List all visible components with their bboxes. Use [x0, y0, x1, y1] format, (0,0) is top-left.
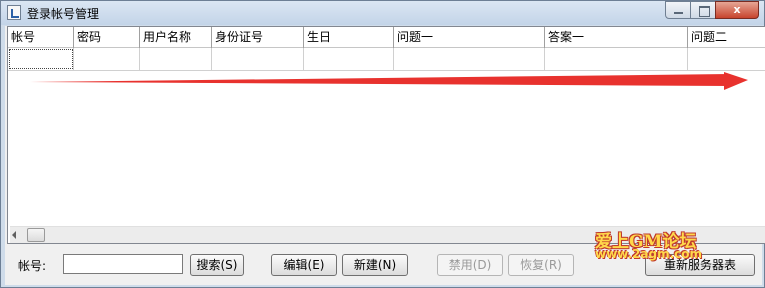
column-header-question1[interactable]: 问题一 [394, 27, 545, 48]
account-grid[interactable]: 帐号 密码 用户名称 身份证号 生日 问题一 答案一 问题二 [7, 26, 765, 244]
new-button[interactable]: 新建(N) [342, 254, 408, 276]
minimize-button[interactable] [665, 1, 691, 19]
close-icon: x [733, 3, 741, 16]
account-label: 帐号: [18, 259, 47, 273]
disable-button[interactable]: 禁用(D) [437, 254, 503, 276]
red-arrow-annotation [30, 72, 748, 90]
table-row[interactable] [8, 48, 765, 71]
horizontal-scrollbar[interactable] [10, 226, 765, 243]
table-cell[interactable] [545, 48, 688, 70]
table-cell[interactable] [304, 48, 394, 70]
column-header-question2[interactable]: 问题二 [688, 27, 765, 48]
table-cell[interactable] [74, 48, 140, 70]
scroll-thumb[interactable] [27, 228, 45, 242]
column-header-password[interactable]: 密码 [74, 27, 140, 48]
column-header-username[interactable]: 用户名称 [140, 27, 212, 48]
window-title: 登录帐号管理 [27, 7, 100, 21]
title-bar[interactable]: 登录帐号管理 x [1, 1, 764, 25]
column-header-answer1[interactable]: 答案一 [545, 27, 688, 48]
table-cell[interactable] [212, 48, 304, 70]
refresh-server-table-button[interactable]: 重新服务器表 [645, 254, 755, 276]
column-header-account[interactable]: 帐号 [8, 27, 74, 48]
arrow-head [724, 72, 748, 90]
account-manager-window: 登录帐号管理 x 帐号 密码 用户名称 身份证号 生日 问题一 答案一 问题二 [0, 0, 765, 288]
table-cell[interactable] [140, 48, 212, 70]
grid-header: 帐号 密码 用户名称 身份证号 生日 问题一 答案一 问题二 [8, 27, 765, 48]
edit-button[interactable]: 编辑(E) [271, 254, 337, 276]
column-header-id-number[interactable]: 身份证号 [212, 27, 304, 48]
table-cell[interactable] [8, 48, 74, 70]
footer-toolbar: 帐号: 搜索(S) 编辑(E) 新建(N) 禁用(D) 恢复(R) 重新服务器表 [5, 249, 762, 285]
scroll-left-icon[interactable] [12, 231, 16, 239]
arrow-shaft [30, 74, 730, 86]
search-button[interactable]: 搜索(S) [190, 254, 244, 276]
restore-button[interactable]: 恢复(R) [508, 254, 574, 276]
close-button[interactable]: x [715, 1, 759, 19]
app-icon [7, 5, 21, 20]
client-area: 帐号 密码 用户名称 身份证号 生日 问题一 答案一 问题二 帐号: 搜索(S)… [5, 26, 765, 285]
maximize-button[interactable] [690, 1, 716, 19]
account-search-input[interactable] [63, 254, 183, 274]
table-cell[interactable] [394, 48, 545, 70]
table-cell[interactable] [688, 48, 765, 70]
column-header-birthday[interactable]: 生日 [304, 27, 394, 48]
